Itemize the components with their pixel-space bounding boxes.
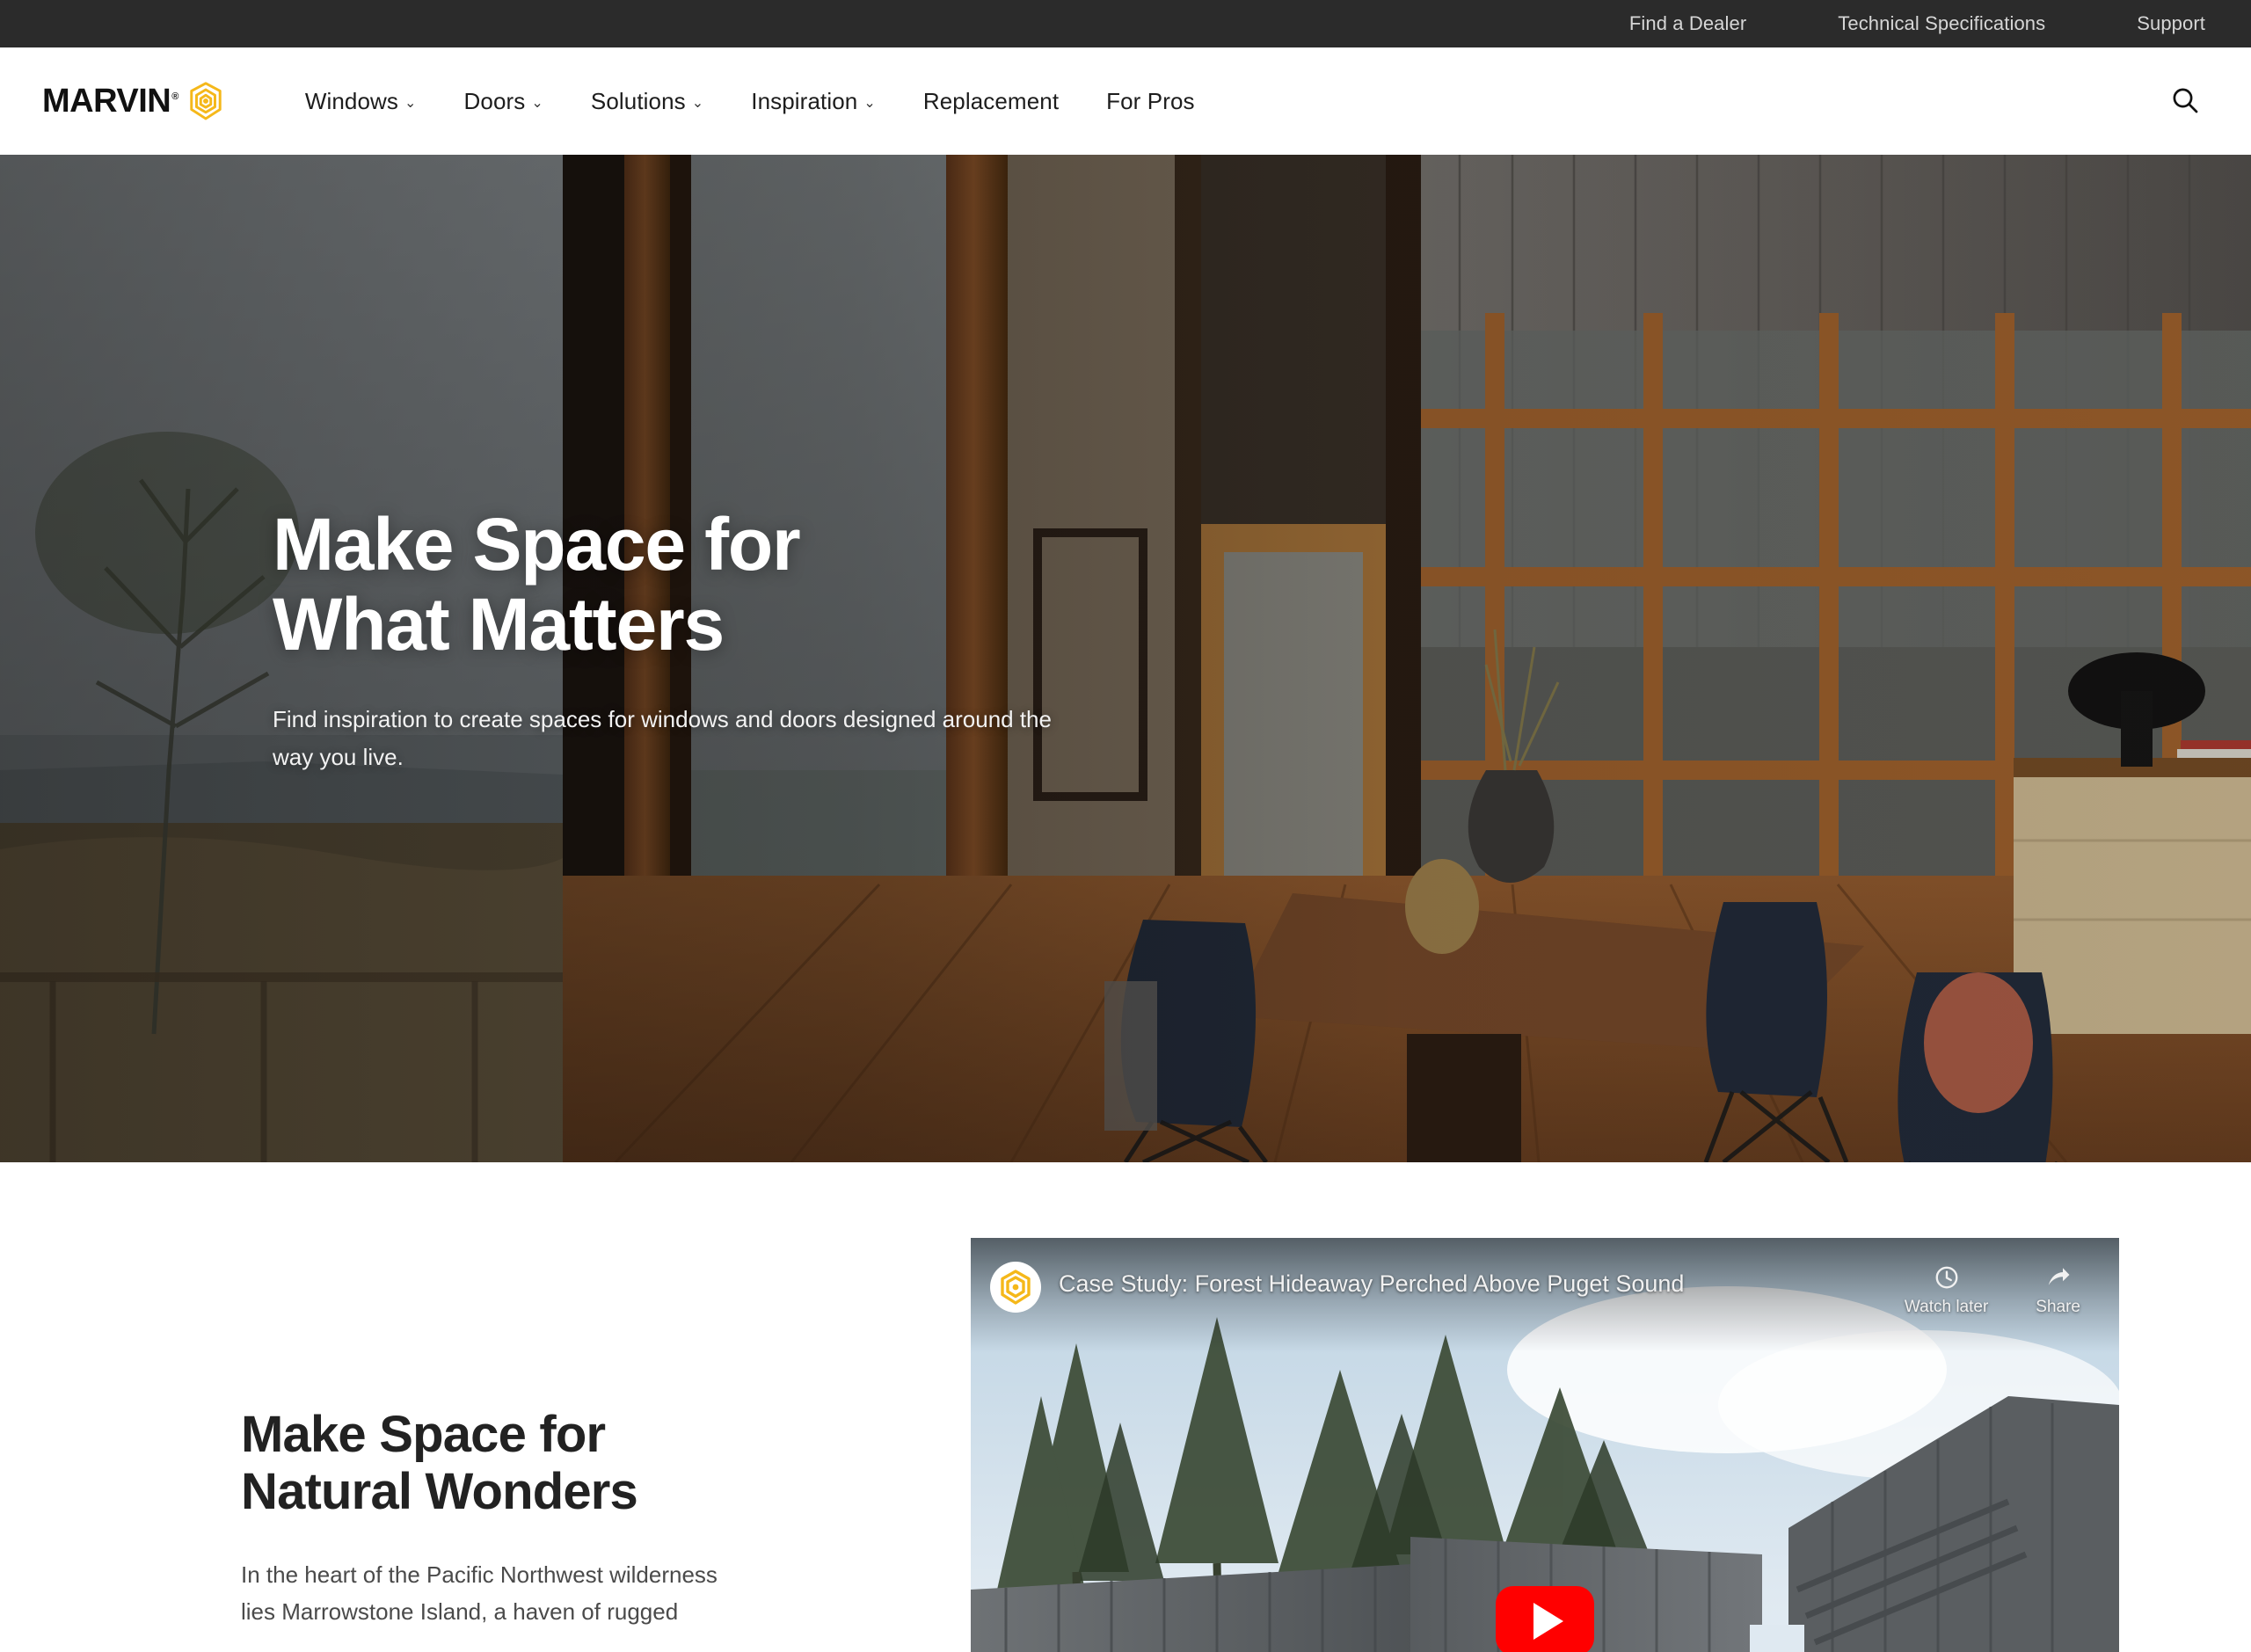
nav-item-replacement[interactable]: Replacement — [900, 88, 1082, 115]
section-body-text: In the heart of the Pacific Northwest wi… — [241, 1561, 718, 1626]
share-button[interactable]: Share — [2036, 1264, 2080, 1317]
nav-item-inspiration[interactable]: Inspiration ⌄ — [727, 88, 900, 115]
registered-trademark-icon: ® — [171, 91, 178, 103]
play-button[interactable] — [1496, 1586, 1594, 1652]
hero-title: Make Space for What Matters — [273, 505, 1099, 664]
youtube-top-bar: Case Study: Forest Hideaway Perched Abov… — [971, 1238, 2119, 1352]
section-title-line-1: Make Space for — [241, 1406, 606, 1463]
nav-item-windows[interactable]: Windows ⌄ — [305, 88, 441, 115]
marvin-logo[interactable]: MARVIN® — [42, 81, 224, 121]
hero-banner: Make Space for What Matters Find inspira… — [0, 155, 2251, 1162]
logo-wordmark: MARVIN® — [42, 83, 178, 120]
chevron-down-icon: ⌄ — [863, 93, 876, 111]
hero-subtitle: Find inspiration to create spaces for wi… — [273, 706, 1052, 770]
hero-title-line-2: What Matters — [273, 582, 725, 666]
nav-item-doors[interactable]: Doors ⌄ — [441, 88, 567, 115]
watch-later-label: Watch later — [1904, 1298, 1989, 1316]
nav-item-solutions[interactable]: Solutions ⌄ — [567, 88, 727, 115]
nav-item-for-pros[interactable]: For Pros — [1082, 88, 1218, 115]
nav-label-solutions: Solutions — [590, 87, 686, 114]
utility-link-technical-specifications[interactable]: Technical Specifications — [1792, 0, 2091, 47]
search-button[interactable] — [2165, 81, 2205, 121]
marvin-rose-icon — [187, 81, 224, 121]
case-study-text: Make Space for Natural Wonders In the he… — [241, 1310, 874, 1630]
primary-navigation: Windows ⌄ Doors ⌄ Solutions ⌄ Inspiratio… — [305, 88, 1219, 115]
utility-link-find-a-dealer[interactable]: Find a Dealer — [1584, 0, 1792, 47]
utility-bar: Find a Dealer Technical Specifications S… — [0, 0, 2251, 47]
share-label: Share — [2036, 1298, 2080, 1316]
case-study-section: Make Space for Natural Wonders In the he… — [0, 1162, 2251, 1652]
chevron-down-icon: ⌄ — [531, 93, 543, 111]
main-header: MARVIN® Windows ⌄ Doors ⌄ Solutions ⌄ In… — [0, 47, 2251, 155]
nav-label-doors: Doors — [463, 87, 526, 114]
nav-label-replacement: Replacement — [922, 87, 1060, 114]
marvin-channel-avatar-icon[interactable] — [990, 1262, 1041, 1313]
play-triangle-icon — [1533, 1602, 1563, 1640]
section-title: Make Space for Natural Wonders — [241, 1406, 874, 1521]
nav-label-inspiration: Inspiration — [751, 87, 858, 114]
video-title[interactable]: Case Study: Forest Hideaway Perched Abov… — [1059, 1270, 1684, 1298]
chevron-down-icon: ⌄ — [404, 93, 417, 111]
nav-label-for-pros: For Pros — [1106, 87, 1195, 114]
search-icon — [2170, 85, 2200, 118]
utility-link-support[interactable]: Support — [2091, 0, 2205, 47]
youtube-video-player[interactable]: Case Study: Forest Hideaway Perched Abov… — [971, 1238, 2119, 1652]
chevron-down-icon: ⌄ — [691, 93, 704, 111]
hero-title-line-1: Make Space for — [273, 503, 801, 586]
clock-icon — [1934, 1264, 1960, 1291]
share-arrow-icon — [2045, 1264, 2072, 1291]
hero-content: Make Space for What Matters Find inspira… — [273, 505, 1099, 775]
youtube-actions: Watch later Share — [1905, 1261, 2080, 1317]
nav-label-windows: Windows — [304, 87, 398, 114]
section-title-line-2: Natural Wonders — [241, 1462, 638, 1520]
watch-later-button[interactable]: Watch later — [1905, 1264, 1988, 1317]
